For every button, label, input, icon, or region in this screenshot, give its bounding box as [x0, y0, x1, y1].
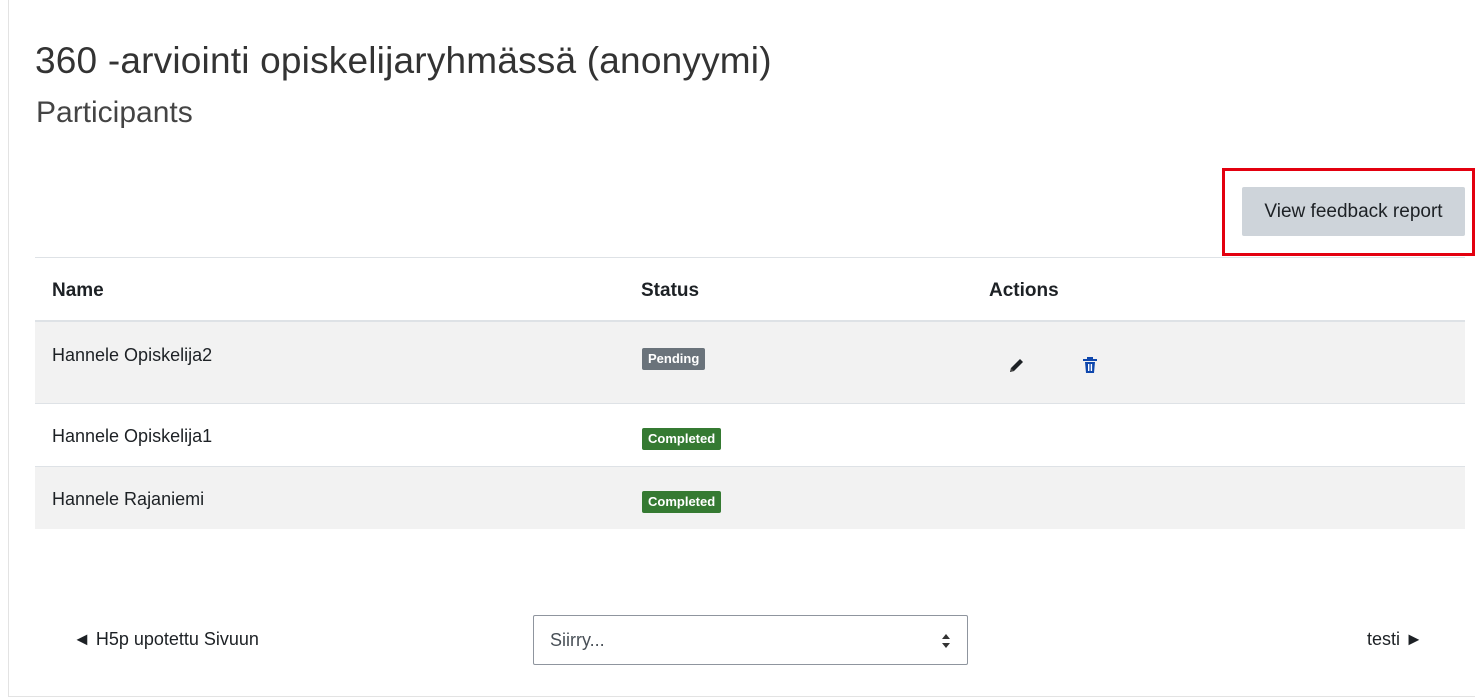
column-header-status: Status	[641, 280, 700, 301]
jump-to-placeholder: Siirry...	[550, 629, 605, 650]
jump-to-select[interactable]: Siirry...	[533, 615, 968, 665]
column-header-name: Name	[52, 280, 104, 301]
status-badge: Completed	[642, 428, 722, 450]
participant-name: Hannele Rajaniemi	[52, 489, 205, 509]
edit-icon[interactable]	[1004, 352, 1030, 378]
select-arrows-icon	[941, 633, 951, 654]
status-badge: Completed	[642, 491, 722, 513]
view-feedback-report-button[interactable]: View feedback report	[1242, 187, 1465, 236]
activity-navigation: ◄ H5p upotettu Sivuun Siirry... testi ►	[0, 615, 1477, 665]
column-header-actions: Actions	[989, 280, 1059, 301]
page-title: 360 -arviointi opiskelijaryhmässä (anony…	[35, 40, 772, 81]
participants-table: Name Status Actions Hannele Opiskelija2 …	[35, 257, 1465, 529]
next-activity-link[interactable]: testi ►	[1367, 629, 1423, 650]
delete-icon[interactable]	[1077, 352, 1103, 378]
page-subtitle: Participants	[36, 96, 193, 129]
participant-name: Hannele Opiskelija2	[52, 345, 213, 365]
table-header: Name Status Actions	[35, 257, 1465, 322]
previous-activity-link[interactable]: ◄ H5p upotettu Sivuun	[73, 629, 259, 650]
participant-name: Hannele Opiskelija1	[52, 426, 213, 446]
status-badge: Pending	[642, 348, 706, 370]
table-row: Hannele Rajaniemi Completed	[35, 467, 1465, 529]
table-row: Hannele Opiskelija1 Completed	[35, 404, 1465, 467]
table-row: Hannele Opiskelija2 Pending	[35, 322, 1465, 404]
